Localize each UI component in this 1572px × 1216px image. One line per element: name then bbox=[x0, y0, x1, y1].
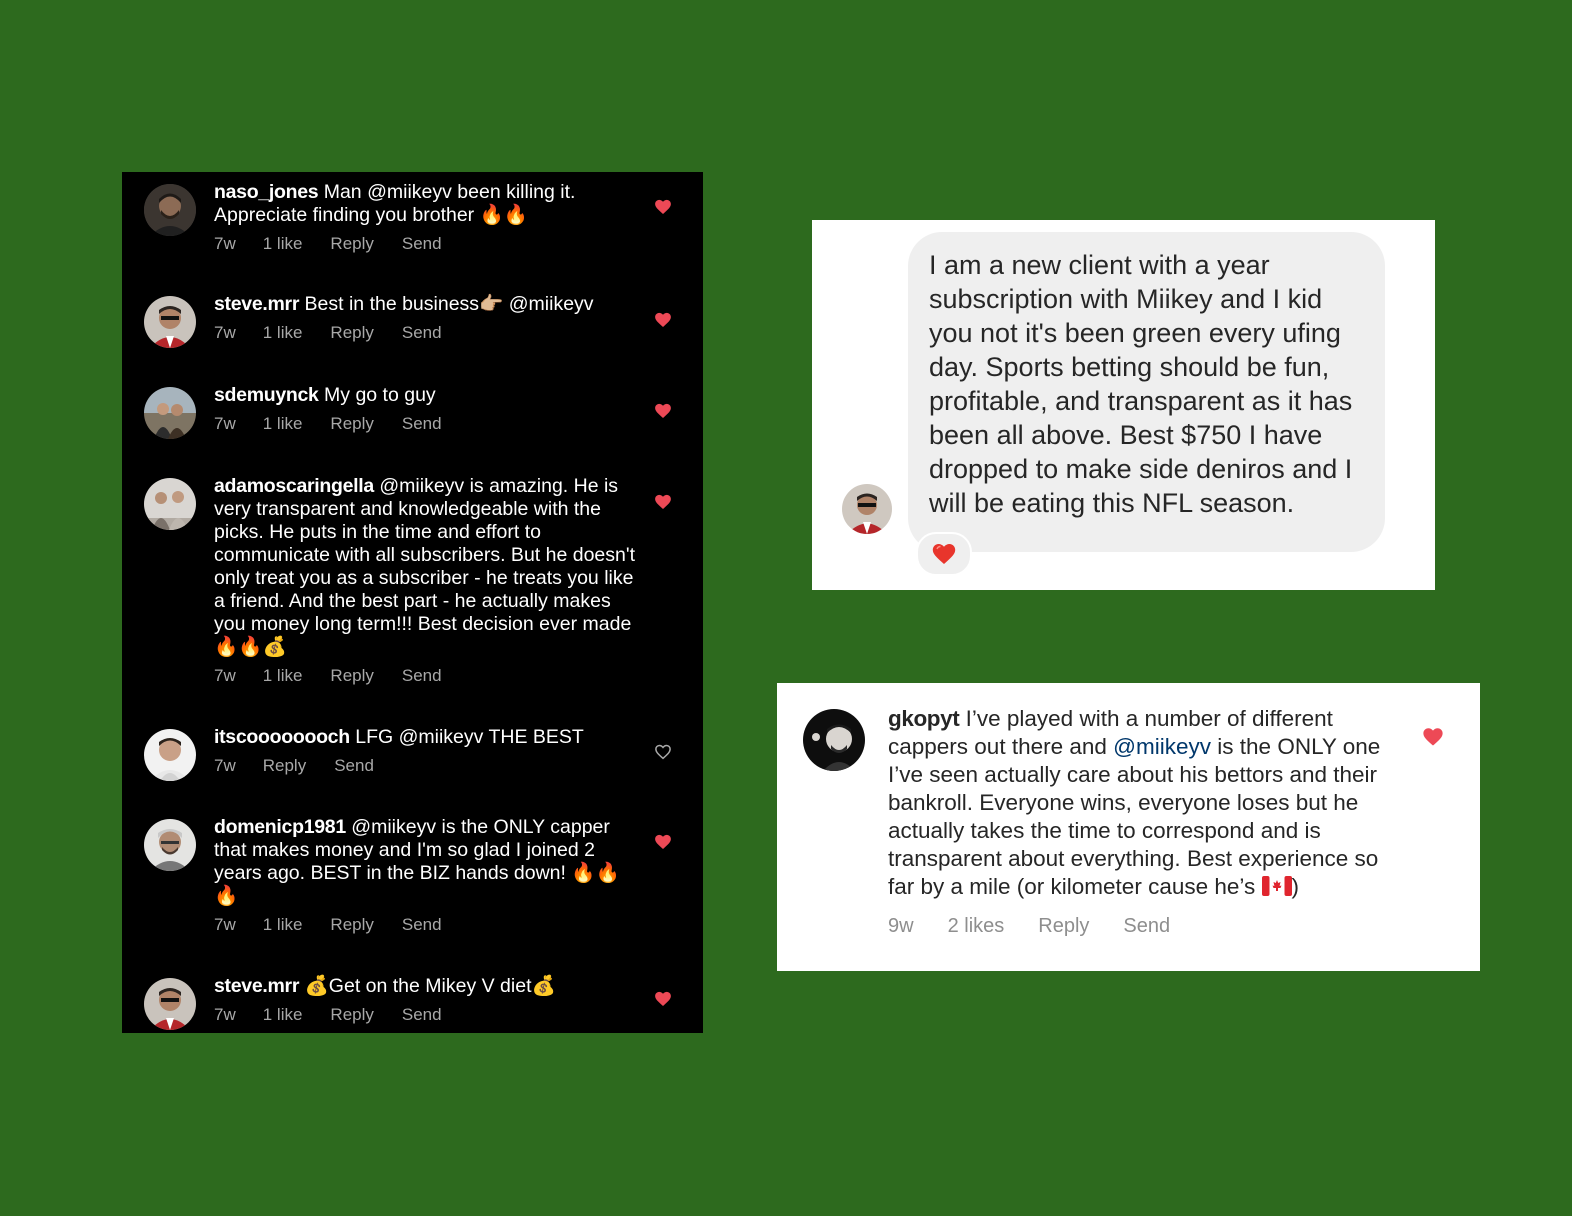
comment-meta: 7w 1 like Reply Send bbox=[214, 666, 644, 686]
send-button[interactable]: Send bbox=[402, 666, 442, 686]
heart-filled-icon[interactable] bbox=[654, 402, 672, 420]
send-button[interactable]: Send bbox=[402, 323, 442, 343]
dark-comments-panel: naso_jones Man @miikeyv been killing it.… bbox=[122, 172, 703, 1033]
comment-likes[interactable]: 2 likes bbox=[948, 912, 1005, 940]
comment-text: 💰Get on the Mikey V diet💰 bbox=[304, 975, 556, 997]
comment-meta: 9w 2 likes Reply Send bbox=[888, 912, 1408, 940]
comment-meta: 7w 1 like Reply Send bbox=[214, 1005, 644, 1025]
comment-meta: 7w 1 like Reply Send bbox=[214, 915, 644, 935]
send-button[interactable]: Send bbox=[1123, 912, 1170, 940]
comment-username[interactable]: steve.mrr bbox=[214, 975, 299, 997]
reply-button[interactable]: Reply bbox=[330, 666, 373, 686]
comment-text-row: naso_jones Man @miikeyv been killing it.… bbox=[214, 181, 644, 227]
canada-flag-icon bbox=[1261, 875, 1292, 896]
comment-body: steve.mrr Best in the business👉🏼 @miikey… bbox=[214, 293, 644, 343]
avatar[interactable] bbox=[144, 184, 196, 236]
comment-meta: 7w 1 like Reply Send bbox=[214, 234, 644, 254]
comment-likes[interactable]: 1 like bbox=[263, 414, 303, 434]
comment-text-row: gkopyt I’ve played with a number of diff… bbox=[888, 705, 1408, 901]
heart-filled-icon[interactable] bbox=[654, 990, 672, 1008]
comment-body: domenicp1981 @miikeyv is the ONLY capper… bbox=[214, 816, 644, 935]
send-button[interactable]: Send bbox=[402, 234, 442, 254]
reply-button[interactable]: Reply bbox=[1038, 912, 1089, 940]
comment-time: 7w bbox=[214, 915, 236, 934]
comment-time: 7w bbox=[214, 323, 236, 342]
heart-filled-icon[interactable] bbox=[654, 311, 672, 329]
mention-link[interactable]: @miikeyv bbox=[1113, 734, 1211, 759]
dm-message-bubble[interactable]: I am a new client with a year subscripti… bbox=[908, 232, 1385, 552]
comment-text-row: domenicp1981 @miikeyv is the ONLY capper… bbox=[214, 816, 644, 908]
avatar[interactable] bbox=[144, 978, 196, 1030]
heart-reaction-icon[interactable] bbox=[916, 532, 972, 576]
comment-username[interactable]: domenicp1981 bbox=[214, 816, 346, 838]
comment-text: Best in the business👉🏼 @miikeyv bbox=[304, 293, 594, 315]
avatar[interactable] bbox=[144, 387, 196, 439]
comment-meta: 7w Reply Send bbox=[214, 756, 644, 776]
avatar[interactable] bbox=[144, 296, 196, 348]
comment-time: 9w bbox=[888, 915, 914, 937]
send-button[interactable]: Send bbox=[402, 414, 442, 434]
reply-button[interactable]: Reply bbox=[263, 756, 306, 776]
heart-filled-icon[interactable] bbox=[654, 493, 672, 511]
comment-text: LFG @miikeyv THE BEST bbox=[355, 726, 584, 748]
comment-username[interactable]: naso_jones bbox=[214, 181, 319, 203]
avatar[interactable] bbox=[144, 819, 196, 871]
comment-meta: 7w 1 like Reply Send bbox=[214, 414, 644, 434]
comment-text-row: steve.mrr Best in the business👉🏼 @miikey… bbox=[214, 293, 644, 316]
comment-body: naso_jones Man @miikeyv been killing it.… bbox=[214, 181, 644, 254]
dm-message-text: I am a new client with a year subscripti… bbox=[929, 250, 1353, 518]
comment-time: 7w bbox=[214, 234, 236, 253]
comment-username[interactable]: gkopyt bbox=[888, 706, 960, 731]
comment-body: steve.mrr 💰Get on the Mikey V diet💰 7w 1 … bbox=[214, 975, 644, 1025]
comment-time: 7w bbox=[214, 1005, 236, 1024]
send-button[interactable]: Send bbox=[402, 1005, 442, 1025]
heart-filled-icon[interactable] bbox=[654, 198, 672, 216]
comment-meta: 7w 1 like Reply Send bbox=[214, 323, 644, 343]
reply-button[interactable]: Reply bbox=[330, 234, 373, 254]
comment-text-row: sdemuynck My go to guy bbox=[214, 384, 644, 407]
gkopyt-comment-panel: gkopyt I’ve played with a number of diff… bbox=[777, 683, 1480, 971]
comment-likes[interactable]: 1 like bbox=[263, 323, 303, 343]
comment-text: @miikeyv is amazing. He is very transpar… bbox=[214, 475, 636, 658]
comment-text-row: steve.mrr 💰Get on the Mikey V diet💰 bbox=[214, 975, 644, 998]
comment-body: itscoooooooch LFG @miikeyv THE BEST 7w Re… bbox=[214, 726, 644, 776]
avatar[interactable] bbox=[803, 709, 865, 771]
comment-body: sdemuynck My go to guy 7w 1 like Reply Send bbox=[214, 384, 644, 434]
reply-button[interactable]: Reply bbox=[330, 414, 373, 434]
reply-button[interactable]: Reply bbox=[330, 1005, 373, 1025]
heart-filled-icon[interactable] bbox=[654, 833, 672, 851]
comment-time: 7w bbox=[214, 414, 236, 433]
reply-button[interactable]: Reply bbox=[330, 915, 373, 935]
avatar[interactable] bbox=[144, 478, 196, 530]
comment-username[interactable]: adamoscaringella bbox=[214, 475, 374, 497]
gkopyt-comment-body: gkopyt I’ve played with a number of diff… bbox=[888, 705, 1408, 940]
comment-body: adamoscaringella @miikeyv is amazing. He… bbox=[214, 475, 644, 686]
comment-text-row: itscoooooooch LFG @miikeyv THE BEST bbox=[214, 726, 644, 749]
comment-likes[interactable]: 1 like bbox=[263, 915, 303, 935]
comment-time: 7w bbox=[214, 756, 236, 775]
comment-username[interactable]: sdemuynck bbox=[214, 384, 319, 406]
comment-likes[interactable]: 1 like bbox=[263, 666, 303, 686]
comment-likes[interactable]: 1 like bbox=[263, 234, 303, 254]
comment-username[interactable]: itscoooooooch bbox=[214, 726, 350, 748]
avatar[interactable] bbox=[144, 729, 196, 781]
heart-outline-icon[interactable] bbox=[654, 743, 672, 761]
comment-text-end: ) bbox=[1291, 874, 1300, 899]
reply-button[interactable]: Reply bbox=[330, 323, 373, 343]
send-button[interactable]: Send bbox=[402, 915, 442, 935]
comment-text-row: adamoscaringella @miikeyv is amazing. He… bbox=[214, 475, 644, 659]
avatar[interactable] bbox=[842, 484, 892, 534]
comment-text: My go to guy bbox=[324, 384, 436, 406]
comment-likes[interactable]: 1 like bbox=[263, 1005, 303, 1025]
send-button[interactable]: Send bbox=[334, 756, 374, 776]
heart-filled-icon[interactable] bbox=[1422, 726, 1444, 753]
comment-time: 7w bbox=[214, 666, 236, 685]
comment-username[interactable]: steve.mrr bbox=[214, 293, 299, 315]
dm-panel: I am a new client with a year subscripti… bbox=[812, 220, 1435, 590]
